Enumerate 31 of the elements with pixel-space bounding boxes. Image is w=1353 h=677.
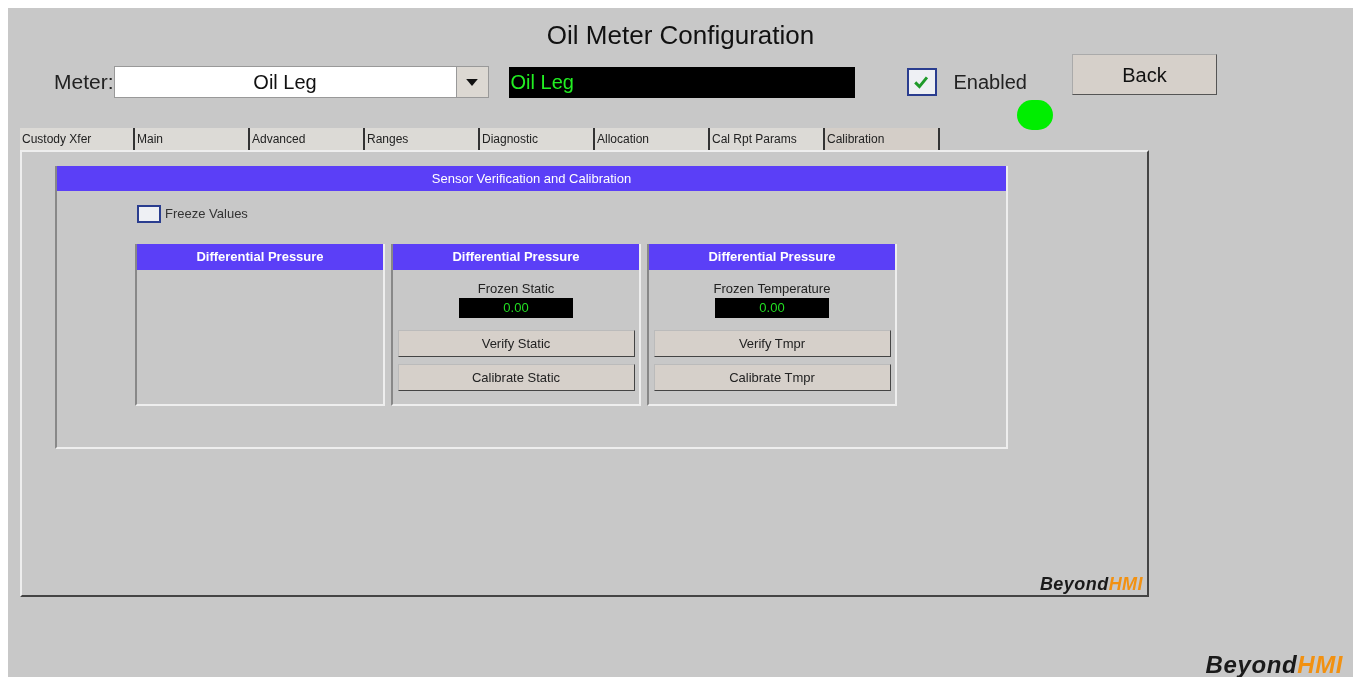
section-header: Sensor Verification and Calibration [57,166,1006,191]
brand-logo: BeyondHMI [1039,575,1143,593]
back-button[interactable]: Back [1071,54,1217,95]
caret-icon [466,78,478,86]
checkbox[interactable] [906,68,937,96]
tab[interactable]: Cal Rpt Params [710,128,825,150]
checkbox[interactable] [137,204,161,223]
action-button[interactable]: Verify Static [397,330,635,357]
tab[interactable]: Calibration [825,128,940,150]
tab[interactable]: Custody Xfer [20,128,135,150]
meter-dropdown[interactable]: Oil Leg [113,66,489,98]
meter-display: Oil Leg [508,66,855,98]
reading-display: 0.00 [715,298,829,318]
page-title: Oil Meter Configuration [545,19,816,52]
tab[interactable]: Advanced [250,128,365,150]
meter-label: Meter: [54,69,114,96]
action-button[interactable]: Calibrate Static [397,364,635,391]
action-button[interactable]: Verify Tmpr [653,330,891,357]
reading-label: Frozen Temperature [713,279,831,298]
reading-display: 0.00 [459,298,573,318]
panel-header: Differential Pressure [649,243,895,270]
tab[interactable]: Allocation [595,128,710,150]
freeze-label: Freeze Values [165,205,248,223]
panel-header: Differential Pressure [137,243,383,270]
enabled-label: Enabled [953,70,1027,95]
action-button[interactable]: Calibrate Tmpr [653,364,891,391]
reading-label: Frozen Static [477,279,555,298]
tab[interactable]: Diagnostic [480,128,595,150]
panel-header: Differential Pressure [393,243,639,270]
tab[interactable]: Ranges [365,128,480,150]
tab[interactable]: Main [135,128,250,150]
